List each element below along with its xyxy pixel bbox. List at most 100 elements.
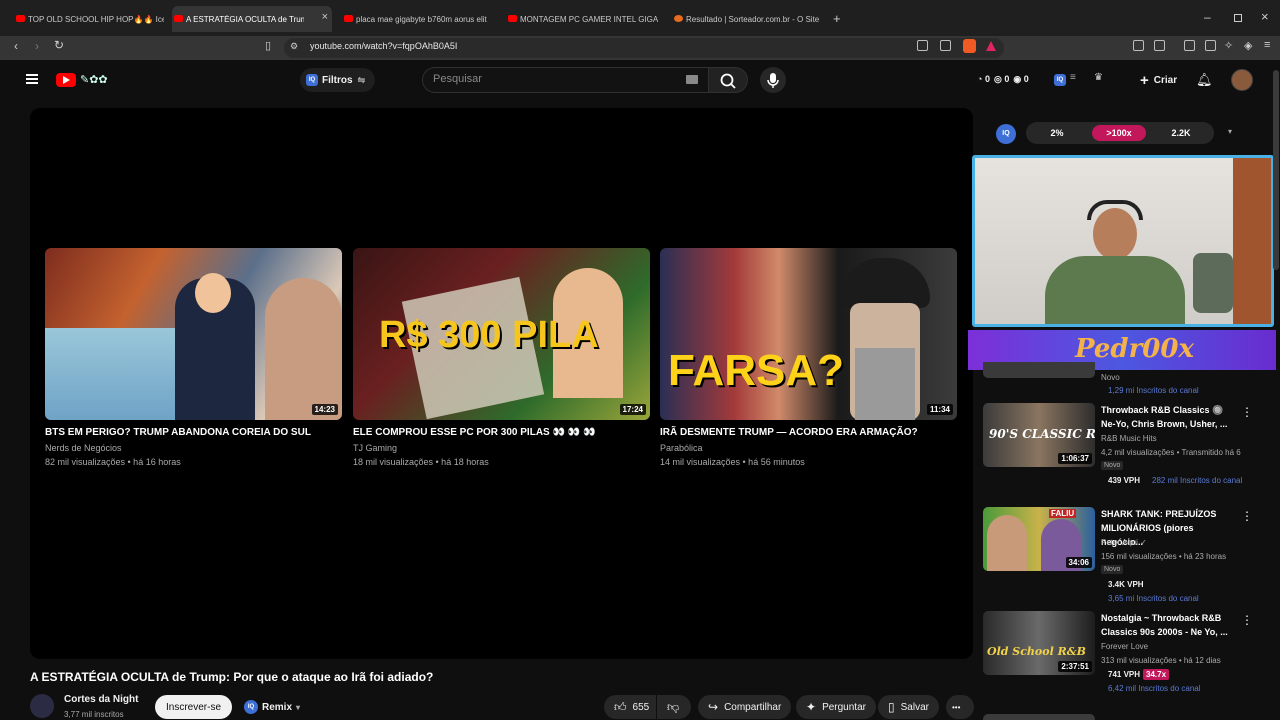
minimize-icon[interactable]: – bbox=[1204, 10, 1211, 24]
sidebar-channel[interactable]: Forever Love bbox=[1101, 642, 1148, 651]
endscreen-thumbnail[interactable]: FARSA? 11:34 bbox=[660, 248, 957, 420]
dislike-button[interactable]: 👎︎ bbox=[657, 695, 691, 719]
thumbnail-overlay-text: FARSA? bbox=[668, 346, 844, 395]
list-item[interactable]: FALIU 34:06 SHARK TANK: PREJUÍZOS MILION… bbox=[983, 507, 1253, 603]
new-tab-button[interactable]: + bbox=[833, 11, 841, 26]
sidebar-video-title[interactable]: Nostalgia ~ Throwback R&B Classics 90s 2… bbox=[1101, 611, 1231, 639]
share-button[interactable]: ↪ Compartilhar bbox=[698, 695, 792, 719]
more-actions-button[interactable]: ••• bbox=[946, 695, 974, 719]
search-button[interactable] bbox=[708, 67, 748, 93]
remix-button[interactable]: IQ Remix ▾ bbox=[240, 695, 310, 719]
more-vert-icon[interactable]: ⋮ bbox=[1241, 405, 1253, 419]
vpn-icon[interactable]: ◈ bbox=[1244, 39, 1252, 52]
extensions-icon[interactable] bbox=[1133, 40, 1144, 51]
thumbnail-overlay-text: Old School R&B bbox=[987, 645, 1086, 658]
endscreen-card[interactable]: R$ 300 PILA 17:24 ELE COMPROU ESSE PC PO… bbox=[353, 248, 650, 467]
sidebar-video-title[interactable]: Throwback R&B Classics 🔘 Ne-Yo, Chris Br… bbox=[1101, 403, 1231, 431]
keyboard-icon[interactable] bbox=[686, 75, 698, 84]
endscreen-channel[interactable]: TJ Gaming bbox=[353, 443, 650, 453]
site-settings-icon[interactable]: ⚙ bbox=[290, 41, 298, 52]
partial-thumbnail[interactable] bbox=[983, 714, 1095, 720]
reload-icon[interactable]: ↻ bbox=[54, 38, 64, 52]
endscreen-card[interactable]: FARSA? 11:34 IRÃ DESMENTE TRUMP — ACORDO… bbox=[660, 248, 957, 467]
maximize-icon[interactable] bbox=[1234, 14, 1242, 22]
ask-button[interactable]: ✦ Perguntar bbox=[796, 695, 876, 719]
close-tab-icon[interactable]: × bbox=[322, 11, 328, 23]
youtube-logo-icon[interactable] bbox=[56, 73, 76, 87]
back-icon[interactable]: ‹ bbox=[14, 39, 18, 53]
endscreen-thumbnail[interactable]: 14:23 bbox=[45, 248, 342, 420]
doodle-icon[interactable]: ✎✿✿ bbox=[80, 73, 108, 86]
list-icon[interactable]: ≡ bbox=[1070, 72, 1076, 83]
endscreen-meta: 14 mil visualizações • há 56 minutos bbox=[660, 457, 805, 467]
wallet-icon[interactable] bbox=[1205, 40, 1216, 51]
endscreen-thumbnail[interactable]: R$ 300 PILA 17:24 bbox=[353, 248, 650, 420]
trophy-icon[interactable]: ♛ bbox=[1094, 72, 1103, 83]
streamer-tag: Pedr00x bbox=[1075, 334, 1194, 364]
brave-rewards-icon[interactable] bbox=[986, 41, 996, 51]
sidebar-channel[interactable]: R&B Music Hits bbox=[1101, 434, 1157, 443]
list-item[interactable]: Old School R&B 2:37:51 Nostalgia ~ Throw… bbox=[983, 611, 1253, 695]
guide-menu-icon[interactable] bbox=[26, 74, 38, 84]
thumbs-up-icon: 👍︎ bbox=[614, 699, 627, 714]
sidebar-meta: 156 mil visualizações • há 23 horas bbox=[1101, 552, 1227, 561]
endscreen-channel[interactable]: Parabólica bbox=[660, 443, 957, 453]
endscreen-title[interactable]: ELE COMPROU ESSE PC POR 300 PILAS 👀 👀 👀 bbox=[353, 427, 650, 438]
bookmark-icon[interactable]: ▯ bbox=[265, 39, 271, 52]
close-window-icon[interactable]: × bbox=[1261, 9, 1269, 24]
brave-shield-icon[interactable] bbox=[963, 39, 976, 53]
iq-icon[interactable]: IQ bbox=[996, 124, 1016, 144]
vph-badge: 3.4K VPH bbox=[1108, 580, 1144, 589]
more-vert-icon[interactable]: ⋮ bbox=[1241, 613, 1253, 627]
cast-icon[interactable] bbox=[917, 40, 928, 51]
browser-tab[interactable]: MONTAGEM PC GAMER INTEL GIGAB bbox=[506, 6, 658, 32]
endscreen-card[interactable]: 14:23 BTS EM PERIGO? TRUMP ABANDONA CORE… bbox=[45, 248, 342, 467]
video-duration: 1:06:37 bbox=[1058, 453, 1092, 464]
thumbnail-overlay-text: 90'S CLASSIC R&B bbox=[989, 427, 1095, 441]
like-button[interactable]: 👍︎ 655 bbox=[604, 695, 656, 719]
list-item[interactable]: 90'S CLASSIC R&B 1:06:37 Throwback R&B C… bbox=[983, 403, 1253, 487]
more-vert-icon[interactable]: ⋮ bbox=[1241, 509, 1253, 523]
video-duration: 11:34 bbox=[926, 404, 953, 415]
browser-tab-bar: TOP OLD SCHOOL HIP HOP🔥🔥 Ice A ESTRATÉGI… bbox=[0, 0, 1280, 36]
endscreen-title[interactable]: BTS EM PERIGO? TRUMP ABANDONA COREIA DO … bbox=[45, 427, 342, 438]
channel-name[interactable]: Cortes da Night bbox=[64, 694, 138, 705]
leo-ai-icon[interactable]: ✧ bbox=[1224, 39, 1233, 52]
forward-icon[interactable]: › bbox=[35, 39, 39, 53]
avatar[interactable] bbox=[1231, 69, 1253, 91]
sidebar-thumbnail[interactable]: FALIU 34:06 bbox=[983, 507, 1095, 571]
browser-tab[interactable]: Resultado | Sorteador.com.br - O Site bbox=[672, 6, 822, 32]
endscreen-channel[interactable]: Nerds de Negócios bbox=[45, 443, 342, 453]
iq-icon[interactable]: IQ bbox=[1054, 74, 1066, 86]
browser-tab[interactable]: TOP OLD SCHOOL HIP HOP🔥🔥 Ice bbox=[14, 6, 164, 32]
iq-multiplier: >100x bbox=[1092, 125, 1146, 141]
url-text[interactable]: youtube.com/watch?v=fqpOAhB0A5I bbox=[310, 41, 457, 51]
share-icon[interactable] bbox=[940, 40, 951, 51]
screenshot-icon[interactable] bbox=[1154, 40, 1165, 51]
browser-tab-active[interactable]: A ESTRATÉGIA OCULTA de Trump × bbox=[172, 6, 332, 32]
webcam-overlay bbox=[972, 155, 1274, 327]
menu-icon[interactable]: ≡ bbox=[1264, 39, 1270, 51]
filter-sliders-icon: ⇋ bbox=[357, 74, 366, 85]
notifications-bell-icon[interactable]: 🔔︎ bbox=[1196, 72, 1213, 88]
iq-icon: IQ bbox=[306, 74, 318, 86]
save-button[interactable]: ▯ Salvar bbox=[878, 695, 939, 719]
partial-subs: 1,29 mi Inscritos do canal bbox=[1108, 386, 1199, 395]
sidebar-thumbnail[interactable]: 90'S CLASSIC R&B 1:06:37 bbox=[983, 403, 1095, 467]
subscribe-button[interactable]: Inscrever-se bbox=[155, 695, 233, 719]
sidebar-icon[interactable] bbox=[1184, 40, 1195, 51]
page-scrollbar[interactable] bbox=[1273, 70, 1279, 270]
new-badge: Novo bbox=[1101, 565, 1124, 574]
channel-avatar[interactable] bbox=[30, 694, 54, 718]
sidebar-channel[interactable]: Peter Aqui ✓ bbox=[1101, 538, 1147, 547]
browser-tab[interactable]: placa mae gigabyte b760m aorus elit bbox=[342, 6, 498, 32]
filters-button[interactable]: IQ Filtros ⇋ bbox=[300, 68, 376, 92]
partial-thumbnail[interactable] bbox=[983, 362, 1095, 378]
endscreen-title[interactable]: IRÃ DESMENTE TRUMP — ACORDO ERA ARMAÇÃO? bbox=[660, 427, 957, 438]
sidebar-meta: 313 mil visualizações • há 12 dias bbox=[1101, 656, 1221, 665]
voice-search-button[interactable] bbox=[760, 67, 786, 93]
video-duration: 14:23 bbox=[311, 404, 338, 415]
create-button[interactable]: + Criar bbox=[1130, 68, 1187, 92]
chevron-down-icon[interactable]: ▾ bbox=[1228, 127, 1232, 136]
sidebar-thumbnail[interactable]: Old School R&B 2:37:51 bbox=[983, 611, 1095, 675]
